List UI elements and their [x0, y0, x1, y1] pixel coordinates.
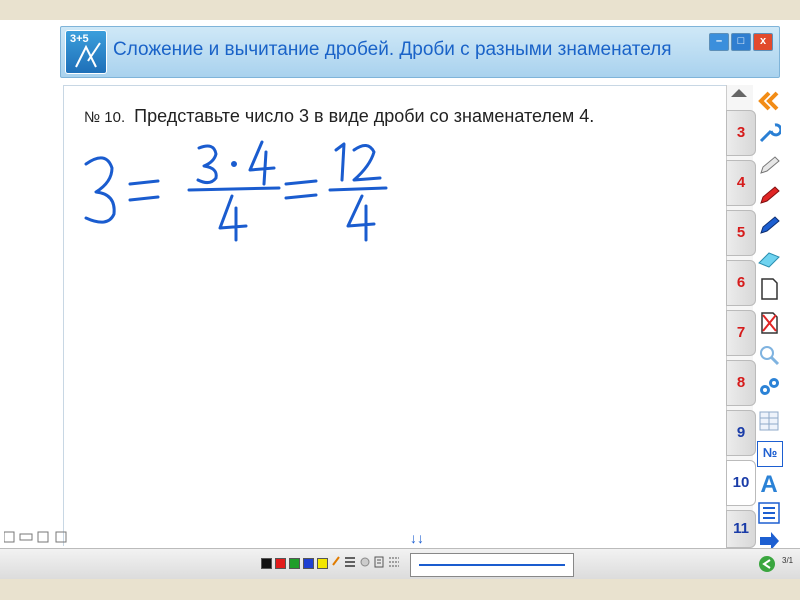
- delete-page-icon[interactable]: [757, 311, 781, 335]
- eraser-icon[interactable]: [757, 245, 781, 269]
- tool-column: № A: [754, 85, 784, 550]
- fraction-bar-1: [187, 186, 281, 192]
- close-button[interactable]: x: [753, 33, 773, 51]
- double-chevron-left-icon[interactable]: [757, 89, 781, 113]
- fraction-bar-2: [328, 186, 388, 192]
- pen-line-preview: [419, 564, 565, 566]
- dot: [231, 161, 237, 167]
- page-tab-6[interactable]: 6: [726, 260, 756, 306]
- color-swatch-red[interactable]: [275, 558, 286, 569]
- minimize-button[interactable]: –: [709, 33, 729, 51]
- digit-one: [334, 142, 346, 182]
- bottom-toolbar: [0, 548, 800, 579]
- page-tab-9[interactable]: 9: [726, 410, 756, 456]
- back-arrow-icon[interactable]: [758, 555, 776, 573]
- blank-page-icon[interactable]: [757, 277, 781, 301]
- drafting-icon: [75, 42, 101, 68]
- color-swatch-green[interactable]: [289, 558, 300, 569]
- page-tab-5[interactable]: 5: [726, 210, 756, 256]
- page-tab-8[interactable]: 8: [726, 360, 756, 406]
- page-counter: 3/1: [782, 556, 794, 565]
- page-tab-10[interactable]: 10: [726, 460, 756, 506]
- line-style-icons[interactable]: [331, 555, 401, 569]
- whiteboard-canvas[interactable]: № 10. Представьте число 3 в виде дроби с…: [63, 85, 727, 546]
- title-bar: 3+5 Сложение и вычитание дробей. Дроби с…: [60, 26, 780, 78]
- pen-width-preview[interactable]: [410, 553, 574, 577]
- zoom-icon[interactable]: [757, 343, 781, 367]
- den-four: [218, 194, 248, 242]
- window-controls: – □ x: [709, 33, 773, 51]
- task-number: № 10.: [84, 109, 126, 126]
- equals-sign-2: [284, 179, 318, 200]
- scroll-up-arrow-icon[interactable]: [731, 89, 747, 97]
- color-swatch-yellow[interactable]: [317, 558, 328, 569]
- red-marker-icon[interactable]: [757, 183, 781, 207]
- scroll-down-arrows-icon[interactable]: ↓↓: [410, 530, 424, 546]
- color-swatch-black[interactable]: [261, 558, 272, 569]
- pencil-icon[interactable]: [757, 153, 781, 177]
- den-four-2: [346, 194, 376, 242]
- num-three: [196, 144, 218, 185]
- page-tab-3[interactable]: 3: [726, 110, 756, 156]
- num-four: [248, 140, 276, 186]
- page-tab-7[interactable]: 7: [726, 310, 756, 356]
- window-title: Сложение и вычитание дробей. Дроби с раз…: [113, 39, 672, 60]
- table-icon[interactable]: [757, 409, 781, 433]
- page-tab-4[interactable]: 4: [726, 160, 756, 206]
- maximize-button[interactable]: □: [731, 33, 751, 51]
- mini-tool-icons[interactable]: [3, 530, 74, 544]
- page-tab-11[interactable]: 11: [726, 510, 756, 548]
- list-icon[interactable]: [757, 501, 781, 525]
- task-statement: № 10. Представьте число 3 в виде дроби с…: [84, 106, 594, 127]
- blue-marker-icon[interactable]: [757, 213, 781, 237]
- handwritten-solution: [84, 140, 388, 242]
- task-text: Представьте число 3 в виде дроби со знам…: [134, 106, 595, 126]
- gears-icon[interactable]: [757, 375, 781, 399]
- app-icon[interactable]: 3+5: [65, 30, 107, 74]
- wrench-icon[interactable]: [757, 121, 781, 145]
- text-a-icon[interactable]: A: [757, 473, 781, 497]
- color-swatch-blue[interactable]: [303, 558, 314, 569]
- digit-two: [352, 144, 382, 182]
- number-sign-icon[interactable]: №: [757, 441, 783, 467]
- digit-three: [84, 156, 116, 224]
- equals-sign-1: [128, 179, 160, 202]
- left-mini-toolbar: [3, 530, 74, 546]
